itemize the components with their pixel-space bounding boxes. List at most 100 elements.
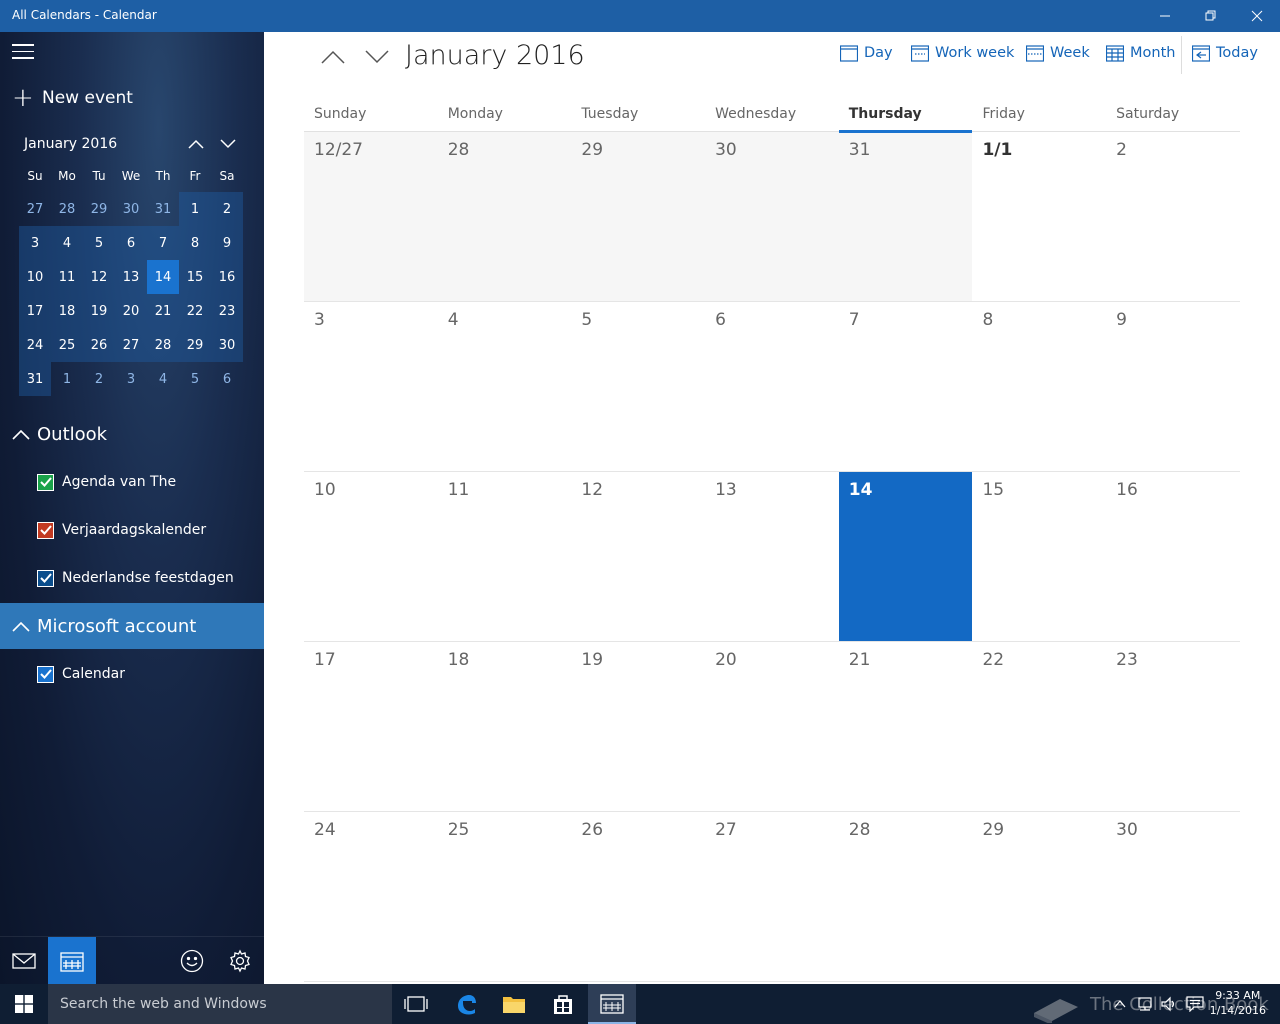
mini-day[interactable]: 5 [83, 226, 115, 260]
group-outlook-header[interactable]: Outlook [0, 411, 264, 457]
day-cell[interactable]: 27 [705, 812, 839, 981]
day-cell[interactable]: 12/27 [304, 132, 438, 301]
day-cell[interactable]: 20 [705, 642, 839, 811]
mini-day[interactable]: 27 [115, 328, 147, 362]
hamburger-menu-icon[interactable] [12, 44, 34, 60]
day-cell[interactable]: 13 [705, 472, 839, 641]
taskbar-search-box[interactable]: Search the web and Windows [48, 984, 392, 1024]
day-cell[interactable]: 18 [438, 642, 572, 811]
settings-button[interactable] [216, 937, 264, 984]
mini-day[interactable]: 4 [147, 362, 179, 396]
mini-day[interactable]: 18 [51, 294, 83, 328]
action-center-button[interactable] [1186, 996, 1204, 1013]
view-week-button[interactable]: Week [1026, 42, 1090, 64]
mini-day[interactable]: 12 [83, 260, 115, 294]
mini-day-today[interactable]: 14 [147, 260, 179, 294]
mini-day[interactable]: 4 [51, 226, 83, 260]
mini-day[interactable]: 3 [19, 226, 51, 260]
checkbox-icon[interactable] [37, 521, 54, 539]
mini-day[interactable]: 13 [115, 260, 147, 294]
mini-day[interactable]: 22 [179, 294, 211, 328]
taskbar-clock[interactable]: 9:33 AM 1/14/2016 [1210, 988, 1266, 1018]
day-cell[interactable]: 2 [1106, 132, 1240, 301]
day-cell[interactable]: 4 [438, 302, 572, 471]
day-cell[interactable]: 3 [304, 302, 438, 471]
feedback-button[interactable] [168, 937, 216, 984]
start-button[interactable] [0, 984, 48, 1024]
mini-day[interactable]: 30 [211, 328, 243, 362]
mail-button[interactable] [0, 937, 48, 984]
mini-day[interactable]: 15 [179, 260, 211, 294]
view-month-button[interactable]: Month [1106, 42, 1175, 64]
day-cell[interactable]: 16 [1106, 472, 1240, 641]
day-cell[interactable]: 28 [839, 812, 973, 981]
view-day-button[interactable]: Day [840, 42, 893, 64]
group-microsoft-header[interactable]: Microsoft account [0, 603, 264, 649]
mini-day[interactable]: 20 [115, 294, 147, 328]
checkbox-icon[interactable] [37, 665, 54, 683]
mini-day[interactable]: 9 [211, 226, 243, 260]
mini-day[interactable]: 31 [19, 362, 51, 396]
mini-day[interactable]: 2 [211, 192, 243, 226]
calendar-item-agenda[interactable]: Agenda van The [37, 470, 176, 494]
next-month-button[interactable] [364, 44, 390, 70]
view-work-week-button[interactable]: Work week [911, 42, 1014, 64]
mini-day[interactable]: 10 [19, 260, 51, 294]
day-cell[interactable]: 7 [839, 302, 973, 471]
mini-day[interactable]: 28 [51, 192, 83, 226]
show-hidden-icons-button[interactable] [1114, 996, 1126, 1012]
day-cell[interactable]: 29 [571, 132, 706, 301]
new-event-button[interactable]: + New event [12, 85, 133, 111]
close-button[interactable] [1234, 0, 1280, 32]
mini-day[interactable]: 26 [83, 328, 115, 362]
mini-day[interactable]: 1 [51, 362, 83, 396]
today-button[interactable]: Today [1192, 42, 1258, 64]
calendar-item-calendar[interactable]: Calendar [37, 662, 125, 686]
day-cell[interactable]: 28 [437, 132, 572, 301]
day-cell[interactable]: 9 [1106, 302, 1240, 471]
store-button[interactable] [539, 984, 587, 1024]
mini-day[interactable]: 6 [211, 362, 243, 396]
mini-day[interactable]: 28 [147, 328, 179, 362]
mini-day[interactable]: 29 [179, 328, 211, 362]
mini-day[interactable]: 7 [147, 226, 179, 260]
mini-day[interactable]: 5 [179, 362, 211, 396]
mini-day[interactable]: 1 [179, 192, 211, 226]
day-cell[interactable]: 15 [972, 472, 1106, 641]
edge-button[interactable] [442, 984, 490, 1024]
volume-button[interactable] [1160, 996, 1178, 1012]
calendar-button[interactable] [48, 937, 96, 984]
day-cell-today[interactable]: 14 [838, 472, 973, 641]
mini-day[interactable]: 30 [115, 192, 147, 226]
mini-day[interactable]: 23 [211, 294, 243, 328]
day-cell[interactable]: 25 [438, 812, 572, 981]
restore-button[interactable] [1188, 0, 1234, 32]
task-view-button[interactable] [392, 984, 440, 1024]
mini-day[interactable]: 31 [147, 192, 179, 226]
previous-month-button[interactable] [320, 44, 346, 70]
checkbox-icon[interactable] [37, 569, 54, 587]
mini-calendar-next-button[interactable] [218, 134, 238, 154]
day-cell[interactable]: 30 [1106, 812, 1240, 981]
mini-day[interactable]: 11 [51, 260, 83, 294]
mini-day[interactable]: 3 [115, 362, 147, 396]
day-cell[interactable]: 11 [438, 472, 572, 641]
day-cell[interactable]: 21 [839, 642, 973, 811]
mini-day[interactable]: 25 [51, 328, 83, 362]
day-cell[interactable]: 31 [838, 132, 973, 301]
minimize-button[interactable] [1142, 0, 1188, 32]
calendar-app-button[interactable] [588, 984, 636, 1024]
day-cell[interactable]: 26 [571, 812, 705, 981]
day-cell[interactable]: 5 [571, 302, 705, 471]
mini-day[interactable]: 17 [19, 294, 51, 328]
mini-day[interactable]: 16 [211, 260, 243, 294]
day-cell[interactable]: 1/1 [972, 132, 1106, 301]
day-cell[interactable]: 19 [571, 642, 705, 811]
day-cell[interactable]: 30 [705, 132, 839, 301]
calendar-item-verjaardag[interactable]: Verjaardagskalender [37, 518, 206, 542]
day-cell[interactable]: 10 [304, 472, 438, 641]
calendar-item-feestdagen[interactable]: Nederlandse feestdagen [37, 566, 234, 590]
day-cell[interactable]: 17 [304, 642, 438, 811]
day-cell[interactable]: 8 [972, 302, 1106, 471]
mini-day[interactable]: 19 [83, 294, 115, 328]
